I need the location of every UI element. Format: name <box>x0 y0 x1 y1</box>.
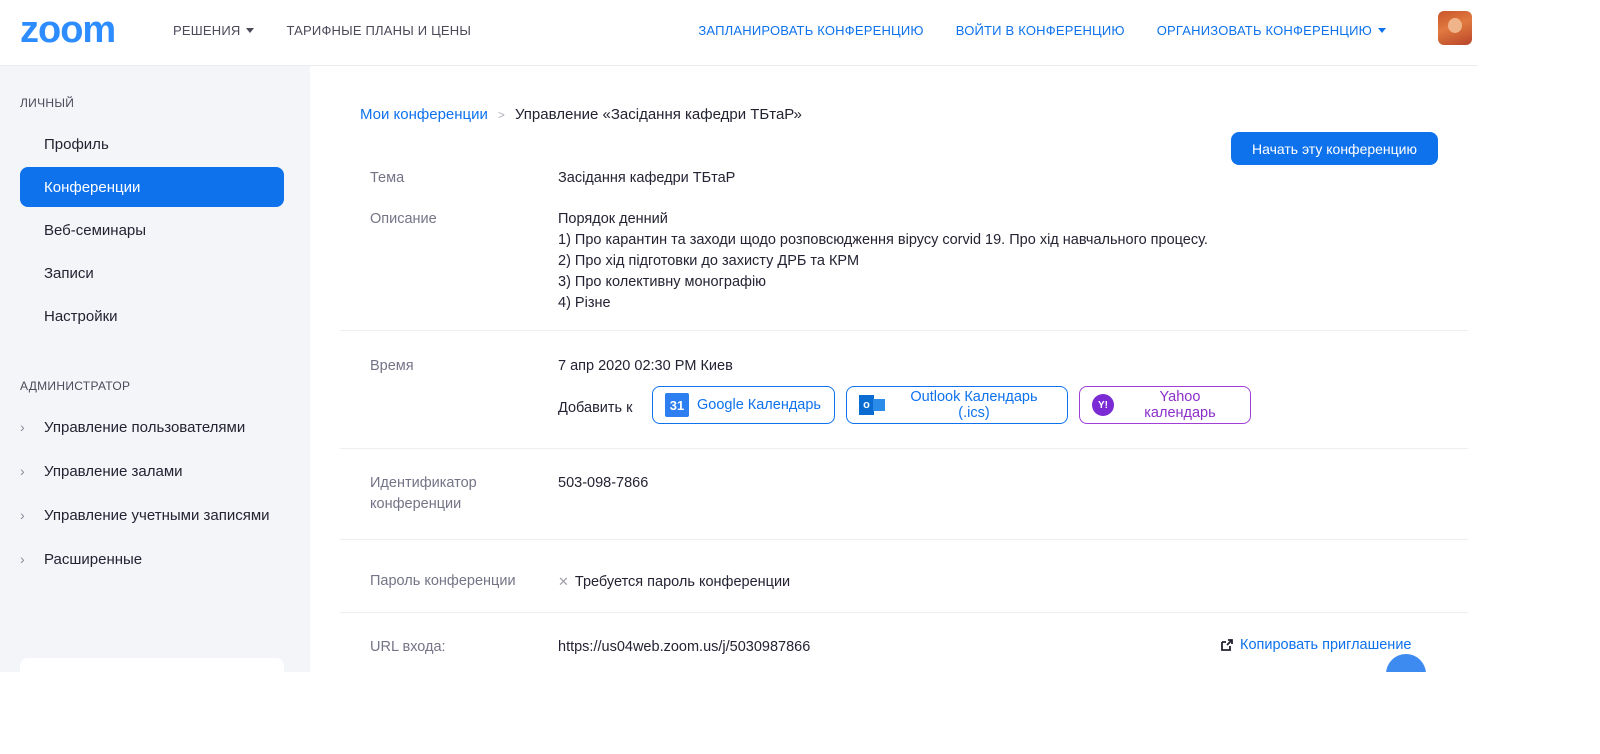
nav-schedule-meeting[interactable]: ЗАПЛАНИРОВАТЬ КОНФЕРЕНЦИЮ <box>698 23 923 38</box>
nav-solutions[interactable]: РЕШЕНИЯ <box>173 23 255 38</box>
outlook-icon-letter: o <box>859 395 874 415</box>
breadcrumb-my-meetings[interactable]: Мои конференции <box>360 106 488 123</box>
outlook-calendar-button[interactable]: o Outlook Календарь (.ics) <box>846 386 1068 424</box>
sidebar-item-webinars[interactable]: Веб-семинары <box>20 210 284 250</box>
meeting-id-label: Идентификатор конференции <box>370 473 477 515</box>
sidebar-card <box>20 658 284 672</box>
topic-label: Тема <box>370 170 405 186</box>
description-line: 1) Про карантин та заходи щодо розповсюд… <box>558 232 1208 248</box>
nav-solutions-label: РЕШЕНИЯ <box>173 23 241 38</box>
copy-invitation-link[interactable]: Копировать приглашение <box>1220 637 1411 653</box>
sidebar: ЛИЧНЫЙ Профиль Конференции Веб-семинары … <box>0 66 310 672</box>
sidebar-item-user-management[interactable]: › Управление пользователями <box>20 412 245 442</box>
sidebar-item-label: Расширенные <box>44 550 143 568</box>
time-label: Время <box>370 358 414 374</box>
sidebar-item-label: Управление учетными записями <box>44 506 270 524</box>
join-url-value[interactable]: https://us04web.zoom.us/j/5030987866 <box>558 637 810 658</box>
meeting-id-value: 503-098-7866 <box>558 475 649 491</box>
chevron-right-icon: › <box>20 463 25 479</box>
description-label: Описание <box>370 211 437 227</box>
google-calendar-button[interactable]: 31 Google Календарь <box>652 386 835 424</box>
meeting-id-label-line: Идентификатор <box>370 475 477 491</box>
chevron-down-icon <box>1378 28 1386 33</box>
sidebar-item-label: Управление пользователями <box>44 418 246 436</box>
sidebar-item-label: Управление залами <box>44 462 183 480</box>
google-calendar-label: Google Календарь <box>697 397 821 413</box>
description-line: 2) Про хід підготовки до захисту ДРБ та … <box>558 253 860 269</box>
password-label: Пароль конференции <box>370 573 516 589</box>
sidebar-item-advanced[interactable]: › Расширенные <box>20 544 142 574</box>
outlook-calendar-label: Outlook Календарь (.ics) <box>910 389 1038 421</box>
nav-join-meeting[interactable]: ВОЙТИ В КОНФЕРЕНЦИЮ <box>956 23 1125 38</box>
zoom-logo[interactable]: zoom <box>20 12 136 48</box>
nav-pricing[interactable]: ТАРИФНЫЕ ПЛАНЫ И ЦЕНЫ <box>286 23 471 38</box>
sidebar-item-profile[interactable]: Профиль <box>20 124 284 164</box>
breadcrumb: Мои конференции > Управление «Засідання … <box>360 106 802 123</box>
description-line: Порядок денний <box>558 211 668 227</box>
breadcrumb-separator: > <box>497 107 505 122</box>
start-meeting-button[interactable]: Начать эту конференцию <box>1231 132 1438 165</box>
sidebar-item-account-management[interactable]: › Управление учетными записями <box>20 500 270 530</box>
join-url-label: URL входа: <box>370 639 446 655</box>
sidebar-item-settings[interactable]: Настройки <box>20 296 284 336</box>
divider <box>340 330 1468 331</box>
sidebar-section-personal: ЛИЧНЫЙ <box>20 96 75 110</box>
sidebar-section-admin: АДМИНИСТРАТОР <box>20 379 131 393</box>
divider <box>340 539 1468 540</box>
svg-text:zoom: zoom <box>20 12 115 48</box>
meeting-id-label-line: конференции <box>370 496 462 512</box>
password-value: ✕ Требуется пароль конференции <box>558 571 790 593</box>
envelope-icon <box>873 399 885 411</box>
chevron-down-icon <box>246 28 255 33</box>
nav-right: ЗАПЛАНИРОВАТЬ КОНФЕРЕНЦИЮ ВОЙТИ В КОНФЕР… <box>698 23 1386 38</box>
google-calendar-icon: 31 <box>665 393 689 417</box>
description-line: 4) Різне <box>558 295 611 311</box>
close-icon: ✕ <box>558 574 569 589</box>
divider <box>340 612 1468 613</box>
copy-invitation-label: Копировать приглашение <box>1240 637 1412 653</box>
nav-left: РЕШЕНИЯ ТАРИФНЫЕ ПЛАНЫ И ЦЕНЫ <box>173 23 471 38</box>
chevron-right-icon: › <box>20 551 25 567</box>
add-to-calendar-label: Добавить к <box>558 400 633 416</box>
chevron-right-icon: › <box>20 419 25 435</box>
sidebar-item-meetings[interactable]: Конференции <box>20 167 284 207</box>
password-value-text: Требуется пароль конференции <box>574 574 791 590</box>
outlook-icon: o <box>859 393 885 417</box>
sidebar-item-room-management[interactable]: › Управление залами <box>20 456 183 486</box>
top-header: zoom РЕШЕНИЯ ТАРИФНЫЕ ПЛАНЫ И ЦЕНЫ ЗАПЛА… <box>0 0 1478 66</box>
zoom-logo-icon: zoom <box>20 12 116 48</box>
chevron-right-icon: › <box>20 507 25 523</box>
help-chat-button[interactable] <box>1386 654 1426 672</box>
nav-host-meeting-label: ОРГАНИЗОВАТЬ КОНФЕРЕНЦИЮ <box>1156 23 1372 38</box>
yahoo-calendar-button[interactable]: Y! Yahoo календарь <box>1079 386 1251 424</box>
time-value: 7 апр 2020 02:30 PM Киев <box>558 358 733 374</box>
user-avatar[interactable] <box>1438 11 1472 45</box>
yahoo-icon: Y! <box>1092 394 1114 416</box>
topic-value: Засідання кафедри ТБтаР <box>558 170 736 186</box>
nav-host-meeting[interactable]: ОРГАНИЗОВАТЬ КОНФЕРЕНЦИЮ <box>1157 23 1386 38</box>
yahoo-calendar-label: Yahoo календарь <box>1144 389 1216 421</box>
zoom-web-app: zoom РЕШЕНИЯ ТАРИФНЫЕ ПЛАНЫ И ЦЕНЫ ЗАПЛА… <box>0 0 1478 672</box>
share-icon <box>1221 639 1233 651</box>
description-value: Порядок денний 1) Про карантин та заходи… <box>558 209 1208 314</box>
divider <box>340 448 1468 449</box>
main-content: Мои конференции > Управление «Засідання … <box>310 66 1478 672</box>
description-line: 3) Про колективну монографію <box>558 274 767 290</box>
sidebar-item-recordings[interactable]: Записи <box>20 253 284 293</box>
breadcrumb-current: Управление «Засідання кафедри ТБтаР» <box>514 106 802 123</box>
